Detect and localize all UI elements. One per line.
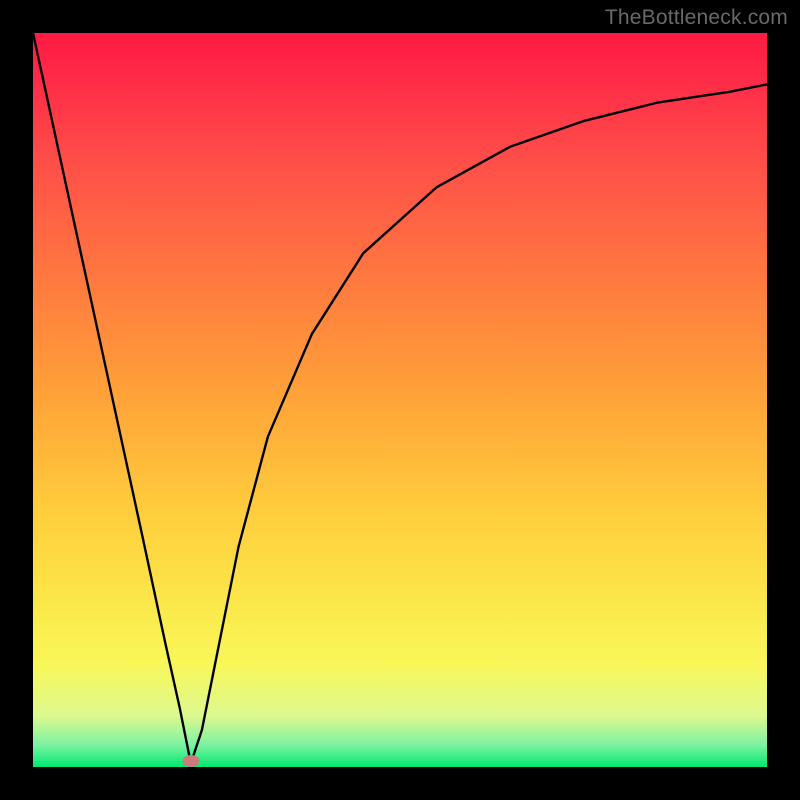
chart-frame: TheBottleneck.com bbox=[0, 0, 800, 800]
watermark-text: TheBottleneck.com bbox=[605, 6, 788, 30]
optimal-point-marker bbox=[182, 755, 199, 767]
bottleneck-curve bbox=[33, 33, 767, 767]
plot-area bbox=[33, 33, 767, 767]
